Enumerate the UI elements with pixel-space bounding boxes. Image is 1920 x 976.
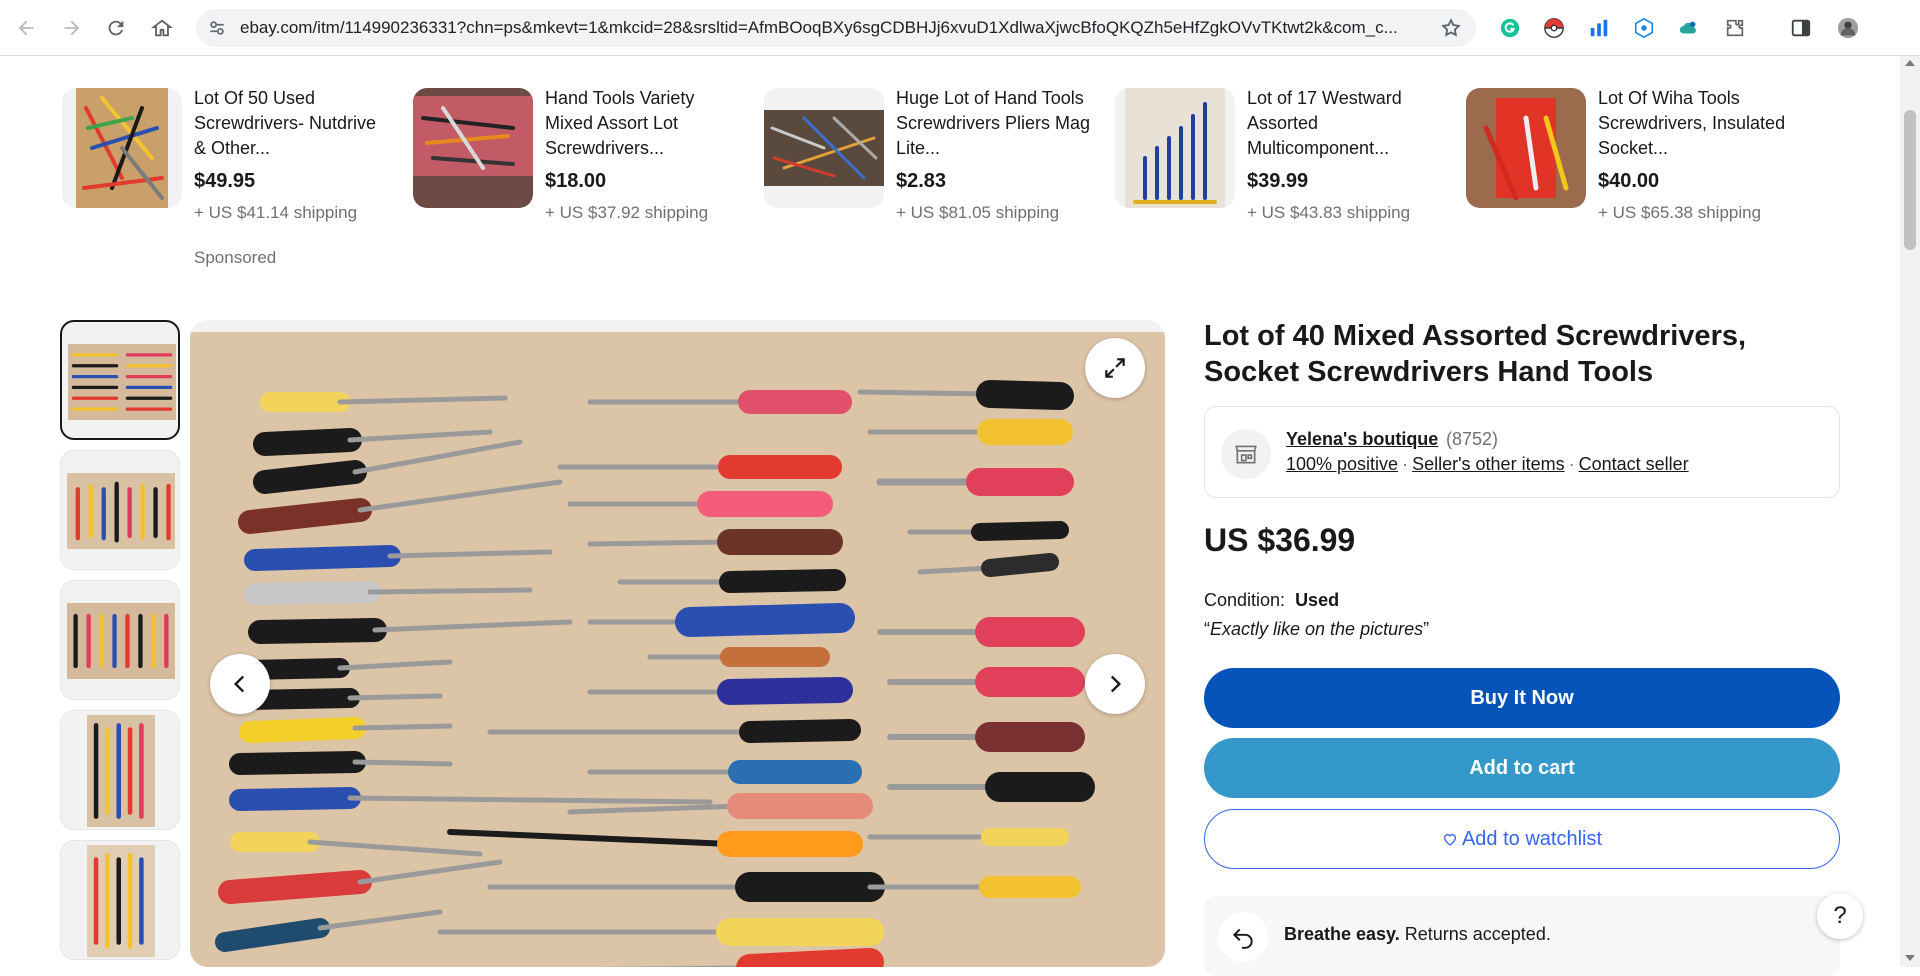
add-to-watchlist-label: Add to watchlist bbox=[1461, 827, 1603, 850]
related-item-image[interactable] bbox=[764, 88, 884, 208]
section-heading-fragment bbox=[62, 44, 102, 58]
related-item-image[interactable] bbox=[1115, 88, 1235, 208]
related-item-title[interactable]: Lot Of Wiha Tools Screwdrivers, Insulate… bbox=[1598, 86, 1793, 161]
related-item-title[interactable]: Lot Of 50 Used Screwdrivers- Nutdrive & … bbox=[194, 86, 389, 161]
related-item-title[interactable]: Huge Lot of Hand Tools Screwdrivers Plie… bbox=[896, 86, 1091, 161]
related-item-title[interactable]: Hand Tools Variety Mixed Assort Lot Scre… bbox=[545, 86, 740, 161]
related-item-shipping: + US $43.83 shipping bbox=[1247, 203, 1411, 222]
chevron-left-icon bbox=[233, 675, 245, 693]
extensions-puzzle-icon[interactable] bbox=[1720, 13, 1750, 43]
related-item-price: $40.00 bbox=[1598, 170, 1660, 192]
item-title: Lot of 40 Mixed Assorted Screwdrivers, S… bbox=[1204, 320, 1747, 388]
previous-image-button[interactable] bbox=[210, 654, 270, 714]
seller-name-link[interactable]: Yelena's boutique bbox=[1286, 429, 1438, 450]
returns-bold-text: Breathe easy. bbox=[1284, 924, 1400, 944]
return-arrow-icon bbox=[1218, 912, 1268, 962]
scroll-down-arrow-icon[interactable] bbox=[1905, 955, 1915, 961]
add-to-cart-button[interactable]: Add to cart bbox=[1204, 738, 1840, 798]
scroll-up-arrow-icon[interactable] bbox=[1905, 60, 1915, 66]
forward-icon[interactable] bbox=[54, 10, 90, 46]
expand-icon bbox=[1105, 358, 1125, 378]
separator-dot: · bbox=[1568, 454, 1575, 474]
page-scrollbar[interactable] bbox=[1900, 56, 1920, 967]
thumbnail-5[interactable] bbox=[60, 840, 180, 960]
thumbnail-1[interactable] bbox=[60, 320, 180, 440]
help-button[interactable]: ? bbox=[1817, 893, 1863, 939]
condition-value: Used bbox=[1295, 590, 1340, 610]
side-panel-icon[interactable] bbox=[1786, 13, 1816, 43]
related-item-image[interactable] bbox=[1466, 88, 1586, 208]
related-item-card[interactable]: Lot of 17 Westward Assorted Multicompone… bbox=[1115, 84, 1455, 274]
sponsored-label: Sponsored bbox=[194, 248, 277, 267]
main-product-image[interactable] bbox=[190, 320, 1165, 967]
returns-banner: Breathe easy. Returns accepted. bbox=[1204, 896, 1840, 976]
screwdrivers-photo bbox=[190, 332, 1165, 967]
related-item-price: $39.99 bbox=[1247, 170, 1309, 192]
returns-text: Breathe easy. Returns accepted. bbox=[1284, 924, 1551, 945]
thumbnail-2[interactable] bbox=[60, 450, 180, 570]
item-price: US $36.99 bbox=[1204, 522, 1356, 558]
cloud-extension-icon[interactable] bbox=[1674, 13, 1704, 43]
profile-avatar[interactable] bbox=[1833, 13, 1863, 43]
grammarly-extension-icon[interactable] bbox=[1495, 13, 1525, 43]
seller-other-items-link[interactable]: Seller's other items bbox=[1412, 454, 1565, 474]
bookmark-star-icon[interactable] bbox=[1440, 17, 1462, 39]
related-item-price: $2.83 bbox=[896, 170, 947, 192]
condition-row: Condition: Used bbox=[1204, 590, 1339, 611]
seller-feedback-count: (8752) bbox=[1446, 429, 1499, 449]
add-to-watchlist-button[interactable]: Add to watchlist bbox=[1204, 809, 1840, 869]
pokeball-extension-icon[interactable] bbox=[1539, 13, 1569, 43]
related-items-carousel: Lot Of 50 Used Screwdrivers- Nutdrive & … bbox=[62, 84, 1862, 274]
site-settings-icon[interactable] bbox=[200, 11, 234, 45]
returns-detail-text: Returns accepted. bbox=[1404, 924, 1551, 944]
related-item-shipping: + US $65.38 shipping bbox=[1598, 203, 1762, 222]
related-item-shipping: + US $81.05 shipping bbox=[896, 203, 1060, 222]
related-item-price: $49.95 bbox=[194, 170, 256, 192]
reload-icon[interactable] bbox=[98, 10, 134, 46]
network-extension-icon[interactable] bbox=[1629, 13, 1659, 43]
related-item-card[interactable]: Huge Lot of Hand Tools Screwdrivers Plie… bbox=[764, 84, 1104, 274]
related-item-card[interactable]: Lot Of 50 Used Screwdrivers- Nutdrive & … bbox=[62, 84, 402, 274]
condition-note: “Exactly like on the pictures” bbox=[1204, 619, 1430, 639]
seller-card: Yelena's boutique (8752) 100% positive · S… bbox=[1204, 406, 1840, 498]
back-icon[interactable] bbox=[8, 10, 44, 46]
next-image-button[interactable] bbox=[1085, 654, 1145, 714]
url-text[interactable]: ebay.com/itm/114990236331?chn=ps&mkevt=1… bbox=[240, 18, 1420, 38]
related-item-price: $18.00 bbox=[545, 170, 607, 192]
related-item-image[interactable] bbox=[413, 88, 533, 208]
chevron-right-icon bbox=[1110, 675, 1122, 693]
store-icon bbox=[1221, 429, 1271, 479]
related-item-shipping: + US $37.92 shipping bbox=[545, 203, 709, 222]
address-bar[interactable]: ebay.com/itm/114990236331?chn=ps&mkevt=1… bbox=[196, 9, 1476, 47]
seller-links: 100% positive · Seller's other items · Conta… bbox=[1286, 454, 1689, 475]
positive-feedback-link[interactable]: 100% positive bbox=[1286, 454, 1398, 474]
related-item-title[interactable]: Lot of 17 Westward Assorted Multicompone… bbox=[1247, 86, 1442, 161]
expand-image-button[interactable] bbox=[1085, 338, 1145, 398]
browser-toolbar: ebay.com/itm/114990236331?chn=ps&mkevt=1… bbox=[0, 0, 1920, 56]
thumbnail-4[interactable] bbox=[60, 710, 180, 830]
separator-dot: · bbox=[1402, 454, 1409, 474]
scrollbar-thumb[interactable] bbox=[1904, 110, 1916, 250]
contact-seller-link[interactable]: Contact seller bbox=[1579, 454, 1689, 474]
related-item-card[interactable]: Hand Tools Variety Mixed Assort Lot Scre… bbox=[413, 84, 753, 274]
heart-icon bbox=[1443, 834, 1456, 846]
thumbnail-3[interactable] bbox=[60, 580, 180, 700]
buy-it-now-button[interactable]: Buy It Now bbox=[1204, 668, 1840, 728]
home-icon[interactable] bbox=[144, 10, 180, 46]
related-item-shipping: + US $41.14 shipping bbox=[194, 203, 358, 222]
related-item-image[interactable] bbox=[62, 88, 182, 208]
condition-note-text: Exactly like on the pictures bbox=[1210, 619, 1424, 639]
related-item-card[interactable]: Lot Of Wiha Tools Screwdrivers, Insulate… bbox=[1466, 84, 1806, 274]
analytics-extension-icon[interactable] bbox=[1584, 13, 1614, 43]
condition-label: Condition: bbox=[1204, 590, 1286, 610]
